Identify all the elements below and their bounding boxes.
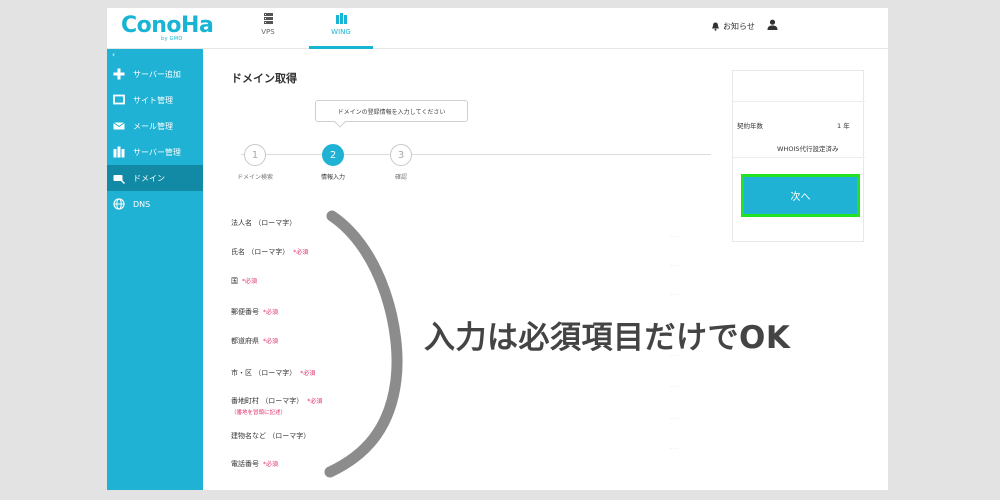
field-postal-code: 郵便番号 *必須 <box>231 307 278 317</box>
logo-text: ConoHa <box>121 13 214 38</box>
step-2-number: 2 <box>329 149 337 161</box>
sidebar-item-dns[interactable]: DNS <box>107 191 203 217</box>
conoha-logo[interactable]: ConoHa by GMO <box>121 13 214 43</box>
sidebar: ‹ サーバー追加 サイト管理 メール管理 サーバー管理 ドメイン DNS <box>107 49 203 490</box>
nav-tab-vps[interactable]: VPS <box>242 8 294 49</box>
field-prefecture: 都道府県 *必須 <box>231 336 278 346</box>
field-phone-number: 電話番号 *必須 <box>231 459 278 469</box>
sidebar-item-domain[interactable]: ドメイン <box>107 165 203 191</box>
panel-divider <box>733 157 865 158</box>
sidebar-collapse-icon[interactable]: ‹ <box>112 50 115 59</box>
page-title: ドメイン取得 <box>231 72 297 85</box>
nav-tab-vps-label: VPS <box>261 28 275 36</box>
step-1-label: ドメイン検索 <box>236 174 273 181</box>
field-label: 国 <box>231 277 238 285</box>
step-2-circle: 2 <box>322 144 344 166</box>
field-label: 番地町村 （ローマ字） <box>231 397 304 405</box>
top-bar: ConoHa by GMO VPS WING お知らせ <box>107 8 888 49</box>
input-field-faint[interactable]: ... <box>670 290 679 297</box>
bell-icon <box>712 22 719 31</box>
field-full-name: 氏名 （ローマ字） *必須 <box>231 247 308 257</box>
notice-label: お知らせ <box>723 22 755 31</box>
input-field-faint[interactable]: ... <box>670 382 679 389</box>
step-1-circle: 1 <box>244 144 266 166</box>
step-tooltip: ドメインの登録情報を入力してください <box>315 100 468 128</box>
field-label: 氏名 （ローマ字） <box>231 248 290 256</box>
contract-years-value: 1 年 <box>837 122 850 130</box>
active-tab-indicator <box>309 46 373 49</box>
tooltip-text: ドメインの登録情報を入力してください <box>337 108 446 116</box>
app-window: ConoHa by GMO VPS WING お知らせ ‹ サーバー追加 サイト… <box>107 8 888 490</box>
user-icon[interactable] <box>767 19 778 30</box>
field-label: 都道府県 <box>231 337 259 345</box>
sidebar-item-label: サーバー管理 <box>133 147 181 157</box>
sidebar-item-server-add[interactable]: サーバー追加 <box>107 61 203 87</box>
sidebar-item-server-management[interactable]: サーバー管理 <box>107 139 203 165</box>
field-street-address: 番地町村 （ローマ字） *必須 （番地を冒頭に記述） <box>231 396 322 416</box>
required-badge: *必須 <box>300 370 316 377</box>
step-3-label: 確認 <box>394 174 407 181</box>
contract-years-label: 契約年数 <box>737 122 763 130</box>
globe-icon <box>113 198 125 210</box>
nav-tab-wing[interactable]: WING <box>309 8 373 49</box>
field-country: 国 *必須 <box>231 276 257 286</box>
domain-icon <box>113 175 125 184</box>
required-badge: *必須 <box>242 278 258 285</box>
input-field-faint[interactable]: ... <box>670 414 679 421</box>
field-label: 電話番号 <box>231 460 259 468</box>
notice-link[interactable]: お知らせ <box>711 21 755 32</box>
sidebar-item-site-management[interactable]: サイト管理 <box>107 87 203 113</box>
sidebar-item-label: DNS <box>133 199 151 209</box>
whois-status: WHOIS代行設定済み <box>777 145 839 153</box>
input-field-faint[interactable]: ... <box>670 232 679 239</box>
annotation-brace-icon <box>324 210 403 478</box>
server-rack-icon <box>263 13 273 24</box>
input-field-faint[interactable]: ... <box>670 261 679 268</box>
sidebar-item-label: サーバー追加 <box>133 69 181 79</box>
required-badge: *必須 <box>263 309 279 316</box>
sidebar-item-label: メール管理 <box>133 121 173 131</box>
plus-icon <box>113 68 125 80</box>
sidebar-item-label: サイト管理 <box>133 95 173 105</box>
mail-icon <box>113 122 125 130</box>
field-building-name: 建物名など （ローマ字） <box>231 431 310 441</box>
wing-server-icon <box>335 13 347 24</box>
next-button[interactable]: 次へ <box>741 174 860 217</box>
monitor-icon <box>113 94 125 105</box>
required-badge: *必須 <box>263 461 279 468</box>
sidebar-item-label: ドメイン <box>133 173 165 183</box>
step-1-number: 1 <box>251 149 259 161</box>
field-label: 法人名 （ローマ字） <box>231 219 297 227</box>
step-2-label: 情報入力 <box>320 174 345 181</box>
panel-divider <box>733 101 865 102</box>
field-city: 市・区 （ローマ字） *必須 <box>231 368 315 378</box>
nav-tab-wing-label: WING <box>331 28 351 36</box>
field-company-name: 法人名 （ローマ字） <box>231 218 296 228</box>
next-button-label: 次へ <box>790 192 811 203</box>
step-3-number: 3 <box>397 149 405 161</box>
input-field-faint[interactable]: ... <box>670 444 679 451</box>
sidebar-item-mail-management[interactable]: メール管理 <box>107 113 203 139</box>
field-note: （番地を冒頭に記述） <box>231 410 287 416</box>
field-label: 建物名など （ローマ字） <box>231 432 311 440</box>
server-icon <box>113 146 125 158</box>
field-label: 郵便番号 <box>231 308 259 316</box>
tooltip-tail <box>334 116 346 128</box>
annotation-caption: 入力は必須項目だけでOK <box>424 320 791 356</box>
logo-sub-text: by GMO <box>161 36 183 42</box>
field-label: 市・区 （ローマ字） <box>231 369 297 377</box>
stepper-line <box>241 154 711 155</box>
required-badge: *必須 <box>263 338 279 345</box>
required-badge: *必須 <box>293 249 309 256</box>
step-3-circle: 3 <box>390 144 412 166</box>
